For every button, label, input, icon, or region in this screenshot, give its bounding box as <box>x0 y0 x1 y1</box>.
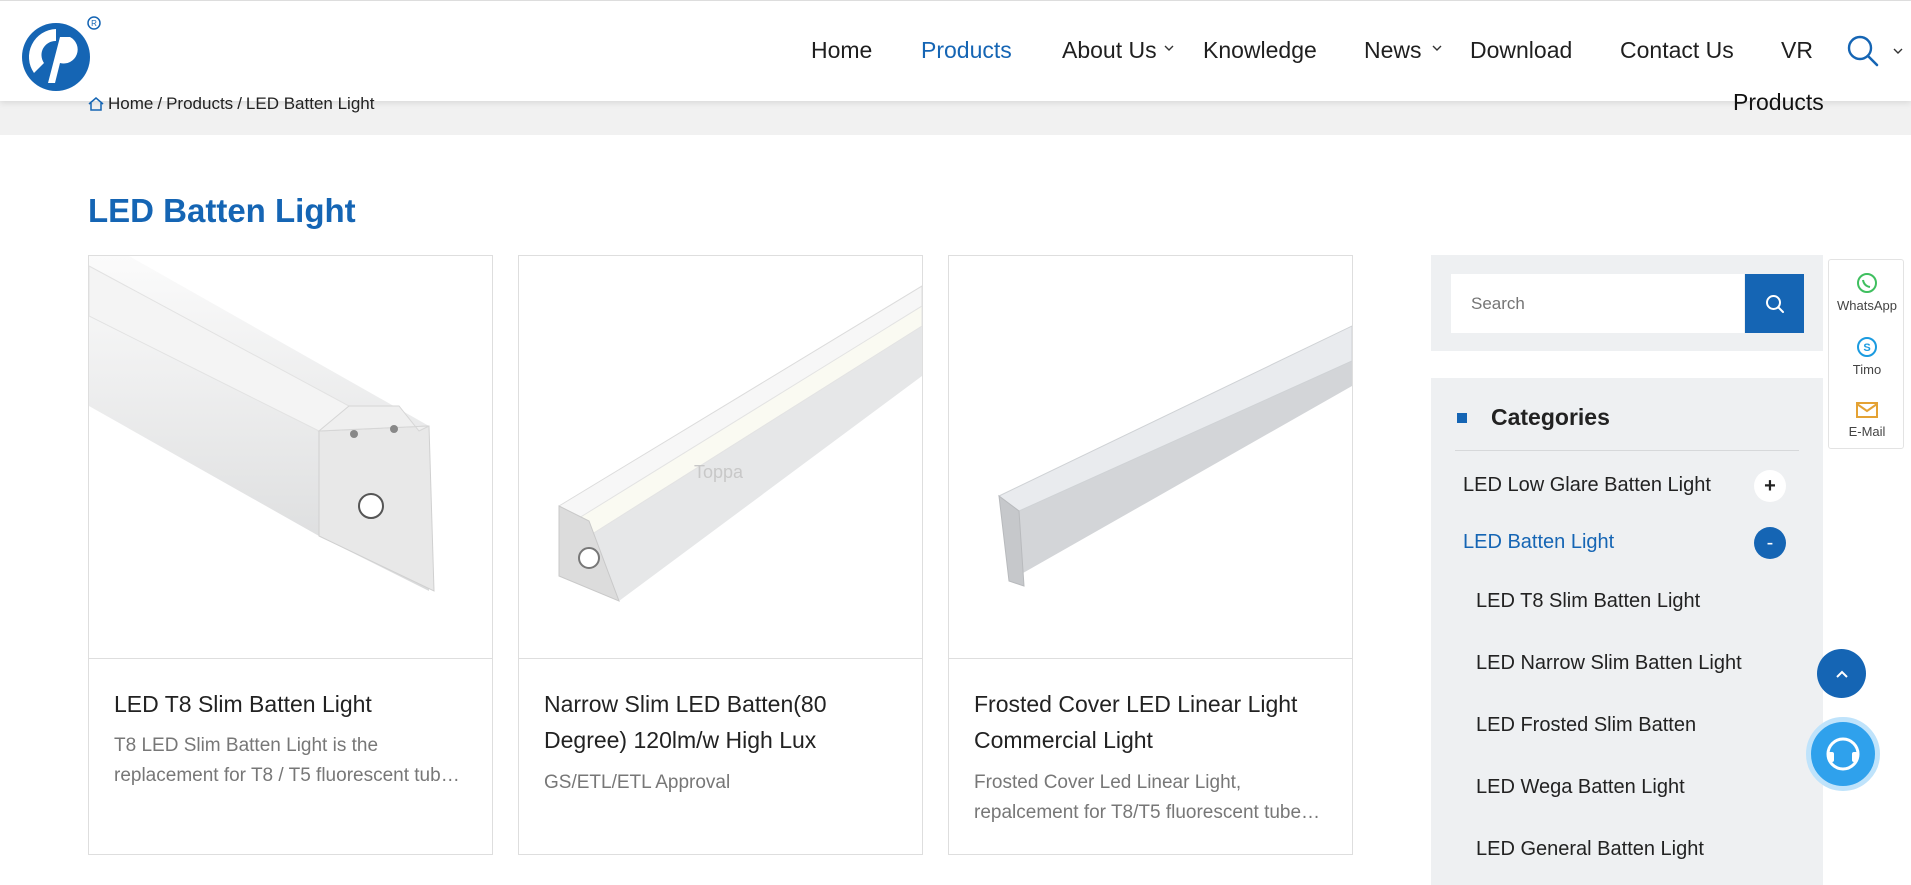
product-description: T8 LED Slim Batten Light is the replacem… <box>114 735 452 786</box>
section-label: Products <box>1733 89 1824 115</box>
chevron-down-icon[interactable] <box>1164 43 1174 53</box>
product-image[interactable]: Toppa <box>519 256 922 659</box>
live-chat-button[interactable] <box>1806 717 1880 791</box>
nav-news[interactable]: News <box>1364 37 1422 64</box>
nav-home[interactable]: Home <box>811 37 872 64</box>
home-icon[interactable] <box>88 97 104 111</box>
nav-vr[interactable]: VR <box>1781 37 1813 64</box>
subcategory-general[interactable]: LED General Batten Light <box>1476 838 1704 861</box>
breadcrumb-home[interactable]: Home <box>108 94 153 114</box>
product-description: Frosted Cover Led Linear Light, repalcem… <box>974 772 1302 823</box>
chevron-down-icon[interactable] <box>1432 43 1442 53</box>
site-header: R Home Products About Us Knowledge News … <box>0 0 1911 101</box>
search-button[interactable] <box>1745 274 1804 333</box>
breadcrumb-separator: / <box>157 94 163 113</box>
search-input[interactable] <box>1451 274 1744 333</box>
divider <box>1455 450 1799 451</box>
breadcrumb-separator: / <box>237 94 242 113</box>
search-icon <box>1765 294 1784 313</box>
nav-contact-us[interactable]: Contact Us <box>1620 37 1734 64</box>
product-description: GS/ETL/ETL Approval <box>544 772 731 793</box>
page-title: LED Batten Light <box>88 192 356 229</box>
breadcrumb-current: LED Batten Light <box>245 94 375 113</box>
svg-text:S: S <box>1863 342 1870 354</box>
skype-contact[interactable]: S Timo <box>1829 336 1905 377</box>
company-logo[interactable]: R <box>20 15 102 91</box>
nav-knowledge[interactable]: Knowledge <box>1203 37 1317 64</box>
nav-about-us[interactable]: About Us <box>1062 37 1157 64</box>
chevron-down-icon[interactable] <box>1893 46 1903 56</box>
breadcrumb-products[interactable]: Products <box>166 94 233 114</box>
svg-text:R: R <box>91 19 97 28</box>
product-image[interactable] <box>89 256 492 659</box>
subcategory-narrow-slim[interactable]: LED Narrow Slim Batten Light <box>1476 652 1742 675</box>
whatsapp-icon <box>1857 273 1877 293</box>
collapse-button[interactable]: - <box>1754 527 1786 559</box>
back-to-top-button[interactable] <box>1817 649 1866 698</box>
product-title[interactable]: Narrow Slim LED Batten(80 Degree) 120lm/… <box>544 686 899 758</box>
product-card[interactable]: Toppa Narrow Slim LED Batten(80 Degree) … <box>518 255 923 855</box>
chevron-up-icon <box>1835 670 1848 678</box>
categories-heading: Categories <box>1457 404 1610 431</box>
whatsapp-contact[interactable]: WhatsApp <box>1829 272 1905 313</box>
nav-download[interactable]: Download <box>1470 37 1572 64</box>
floating-contact-panel: WhatsApp S Timo E-Mail <box>1828 259 1904 449</box>
expand-button[interactable]: + <box>1754 470 1786 502</box>
square-bullet-icon <box>1457 412 1467 423</box>
product-title[interactable]: Frosted Cover LED Linear Light Commercia… <box>974 686 1329 758</box>
product-image[interactable] <box>949 256 1352 659</box>
search-icon[interactable] <box>1846 34 1880 68</box>
breadcrumb: Home / Products / LED Batten Light <box>88 94 374 114</box>
category-low-glare[interactable]: LED Low Glare Batten Light <box>1463 474 1711 497</box>
headset-icon <box>1826 737 1860 771</box>
subcategory-frosted-slim[interactable]: LED Frosted Slim Batten <box>1476 714 1696 737</box>
sidebar-search <box>1431 255 1823 351</box>
category-batten-light[interactable]: LED Batten Light <box>1463 531 1614 554</box>
email-contact[interactable]: E-Mail <box>1829 400 1905 439</box>
subcategory-wega[interactable]: LED Wega Batten Light <box>1476 776 1685 799</box>
product-title[interactable]: LED T8 Slim Batten Light <box>114 686 469 722</box>
mail-icon <box>1856 402 1878 418</box>
product-card[interactable]: LED T8 Slim Batten Light T8 LED Slim Bat… <box>88 255 493 855</box>
skype-icon: S <box>1857 337 1877 357</box>
product-card[interactable]: Frosted Cover LED Linear Light Commercia… <box>948 255 1353 855</box>
subcategory-t8-slim[interactable]: LED T8 Slim Batten Light <box>1476 590 1700 613</box>
svg-text:Toppa: Toppa <box>694 462 744 482</box>
nav-products[interactable]: Products <box>921 37 1012 64</box>
categories-panel: Categories LED Low Glare Batten Light + … <box>1431 378 1823 885</box>
